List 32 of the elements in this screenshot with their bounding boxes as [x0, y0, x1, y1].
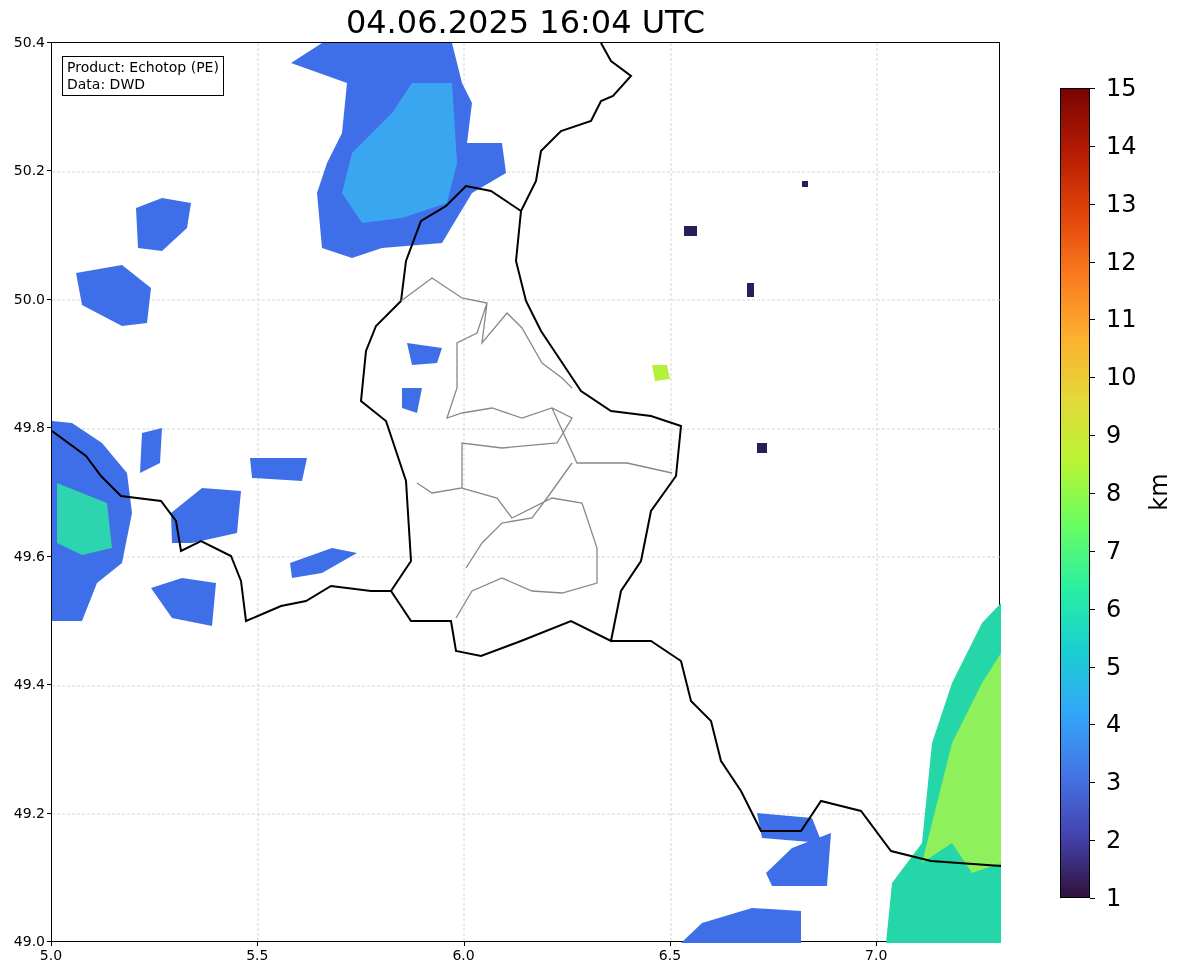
y-tick-label: 50.2: [13, 162, 45, 179]
y-tick-label: 49.6: [13, 547, 45, 564]
color-scale-label: 11: [1106, 306, 1137, 333]
color-scale-label: 12: [1106, 248, 1137, 275]
chart-title: 04.06.2025 16:04 UTC: [344, 2, 707, 42]
y-tick-label: 49.2: [13, 804, 45, 821]
x-tick-label: 5.0: [39, 947, 63, 963]
color-scale-label: 8: [1106, 480, 1122, 506]
color-scale-label: 3: [1106, 769, 1122, 796]
color-scale-label: 2: [1106, 827, 1122, 854]
color-scale-label: 15: [1106, 75, 1137, 101]
color-scale-label: 1: [1106, 885, 1122, 911]
color-scale-label: 13: [1106, 190, 1137, 217]
y-tick-label: 50.0: [13, 290, 45, 307]
y-tick-label: 50.4: [13, 34, 45, 50]
color-scale-label: 7: [1106, 537, 1122, 564]
x-tick-label: 5.5: [246, 947, 269, 963]
y-tick-label: 49.0: [13, 933, 45, 949]
color-scale-label: 5: [1106, 653, 1122, 680]
color-scale-label: 4: [1106, 711, 1122, 738]
color-scale-label: 10: [1106, 364, 1137, 391]
x-tick-label: 7.0: [865, 947, 888, 963]
x-tick-label: 6.5: [658, 947, 682, 963]
color-scale-label: 6: [1106, 595, 1122, 622]
info-text: Product: Echotop (PE): [67, 59, 219, 76]
color-scale-label: 9: [1106, 422, 1122, 449]
unit-label: km: [1144, 473, 1173, 511]
info-text: Data: DWD: [67, 76, 146, 93]
y-tick-label: 49.8: [13, 419, 45, 436]
y-tick-label: 49.4: [13, 676, 45, 693]
color-scale-label: 14: [1106, 132, 1137, 159]
x-tick-label: 6.0: [452, 947, 475, 963]
